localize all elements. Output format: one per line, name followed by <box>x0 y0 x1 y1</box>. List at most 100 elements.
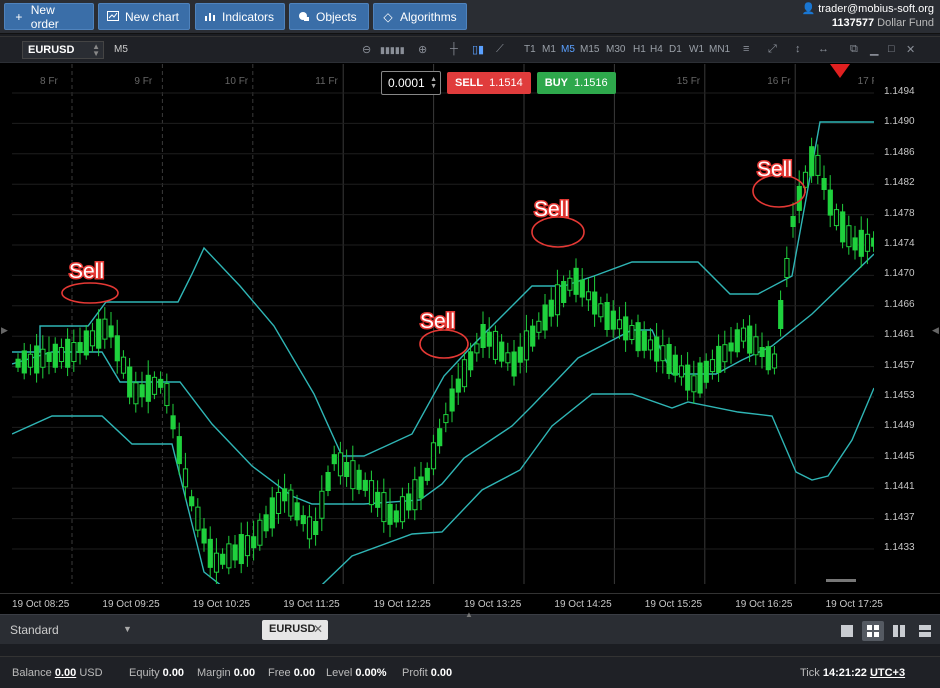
candle-body <box>418 476 424 499</box>
new-chart-button[interactable]: New chart <box>98 3 190 30</box>
candle-body <box>790 216 796 227</box>
candle-body <box>623 316 629 341</box>
minimize-icon[interactable]: ▁ <box>870 43 878 56</box>
candle-body <box>480 324 486 348</box>
price-tick: 1.1441 <box>884 481 915 493</box>
candle-body <box>251 536 257 549</box>
candle-body <box>474 343 480 354</box>
fit-icon[interactable]: ⤢ <box>768 43 777 56</box>
indicators-button[interactable]: Indicators <box>195 3 285 30</box>
candle-body <box>864 233 871 252</box>
candle-body <box>300 515 306 525</box>
algorithms-button[interactable]: ◇ Algorithms <box>373 3 467 30</box>
account-info[interactable]: 👤 trader@mobius-soft.org 1137577 Dollar … <box>802 2 934 30</box>
candle-body <box>269 497 275 529</box>
objects-button[interactable]: Objects <box>289 3 369 30</box>
timeframe-m1[interactable]: M1 <box>542 44 556 55</box>
candle-body <box>455 378 461 393</box>
candle-body <box>356 469 362 490</box>
updown-icon: ▲ ▼ <box>430 76 437 90</box>
price-axis[interactable]: 1.1494 1.1490 1.1486 1.1482 1.1478 1.1474 1.14… <box>874 64 932 584</box>
candle-body <box>765 346 771 371</box>
candle-body <box>350 460 356 490</box>
price-tick: 1.1478 <box>884 207 915 219</box>
sell-signal-label: Sell <box>757 158 792 181</box>
layout-single-button[interactable] <box>836 621 858 641</box>
close-tab-icon[interactable]: ✕ <box>313 622 323 636</box>
timeframe-d1[interactable]: D1 <box>669 44 682 55</box>
candle-body <box>784 258 790 278</box>
indicators-label: Indicators <box>222 9 275 24</box>
sell-price: 1.1514 <box>489 77 523 89</box>
buy-button[interactable]: BUY 1.1516 <box>536 72 616 94</box>
layout-columns-button[interactable] <box>888 621 910 641</box>
time-tick: 19 Oct 08:25 <box>12 599 70 610</box>
panel-toggle-icon[interactable]: ▲ <box>465 610 473 619</box>
indicator-settings-icon[interactable]: ≡ <box>743 43 749 55</box>
layout-grid-button[interactable] <box>862 621 884 641</box>
zoom-out-icon[interactable]: ⊖ <box>362 43 371 56</box>
candle-body <box>641 330 647 351</box>
vertical-scale-icon[interactable]: ↕ <box>795 43 801 55</box>
layout-rows-button[interactable] <box>914 621 936 641</box>
chevron-down-icon[interactable]: ▼ <box>123 624 132 634</box>
bar-type-icon[interactable]: ┼ <box>450 43 458 55</box>
price-tick: 1.1486 <box>884 146 915 158</box>
right-panel-arrow-icon[interactable]: ◀ <box>932 325 939 336</box>
candle-body <box>573 267 579 295</box>
candle-body <box>399 496 406 523</box>
time-tick: 19 Oct 09:25 <box>102 599 160 610</box>
candles-icon[interactable]: ▯▮ <box>472 43 484 56</box>
candle-body <box>244 535 251 557</box>
candle-body <box>629 325 635 341</box>
candle-body <box>542 304 548 331</box>
layout-rows-icon <box>919 625 931 637</box>
detach-icon[interactable]: ⧉ <box>850 43 858 56</box>
timeframe-m30[interactable]: M30 <box>606 44 625 55</box>
tick-label: Tick <box>800 667 820 679</box>
line-type-icon[interactable]: ⟋ <box>496 43 504 56</box>
timeframe-w1[interactable]: W1 <box>689 44 704 55</box>
lot-stepper[interactable]: 0.0001 ▲ ▼ <box>381 71 441 95</box>
tick-time: 14:21:22 <box>822 667 867 679</box>
zoom-in-icon[interactable]: ⊕ <box>418 43 427 56</box>
timeframe-mn1[interactable]: MN1 <box>709 44 730 55</box>
candle-body <box>319 490 325 519</box>
symbol-select[interactable]: EURUSD ▲ ▼ <box>22 41 104 59</box>
channel-line <box>12 387 874 584</box>
close-icon[interactable]: ✕ <box>906 43 915 56</box>
candle-body <box>691 375 697 393</box>
candle-body <box>108 325 114 338</box>
timeframe-t1[interactable]: T1 <box>524 44 536 55</box>
tab-eurusd[interactable]: EURUSD ✕ <box>262 620 328 640</box>
timeframe-m5[interactable]: M5 <box>561 44 575 55</box>
main-toolbar: + New order New chart Indicators Objects… <box>0 0 940 34</box>
timeframe-h4[interactable]: H4 <box>650 44 663 55</box>
candle-body <box>58 347 65 363</box>
new-order-button[interactable]: + New order <box>4 3 94 31</box>
candle-body <box>554 284 561 316</box>
timezone-select[interactable]: UTC+3 <box>870 667 905 679</box>
time-tick: 19 Oct 14:25 <box>554 599 612 610</box>
maximize-icon[interactable]: □ <box>888 43 895 55</box>
timeframe-h1[interactable]: H1 <box>633 44 646 55</box>
candle-body <box>158 378 164 388</box>
sell-signal-label: Sell <box>420 310 455 333</box>
price-chart[interactable]: 8 Fr9 Fr10 Fr11 Fr12 Fr13 Fr14 Fr15 Fr16… <box>12 64 874 584</box>
candle-body <box>145 374 151 402</box>
candle-body <box>703 360 709 383</box>
template-select[interactable]: Standard <box>10 623 59 637</box>
grid-day-label: 16 Fr <box>767 76 791 87</box>
grid-day-label: 11 Fr <box>315 76 338 87</box>
diamond-icon: ◇ <box>383 9 393 24</box>
sell-button[interactable]: SELL 1.1514 <box>447 72 531 94</box>
timeframe-m15[interactable]: M15 <box>580 44 599 55</box>
horizontal-scale-icon[interactable]: ↔ <box>818 43 829 55</box>
left-panel-arrow-icon[interactable]: ▶ <box>1 325 8 336</box>
candle-body <box>759 347 765 357</box>
time-tick: 19 Oct 16:25 <box>735 599 793 610</box>
candle-body <box>406 493 412 511</box>
balance-value[interactable]: 0.00 <box>55 667 76 679</box>
candle-body <box>151 376 158 395</box>
candle-body <box>697 362 703 394</box>
